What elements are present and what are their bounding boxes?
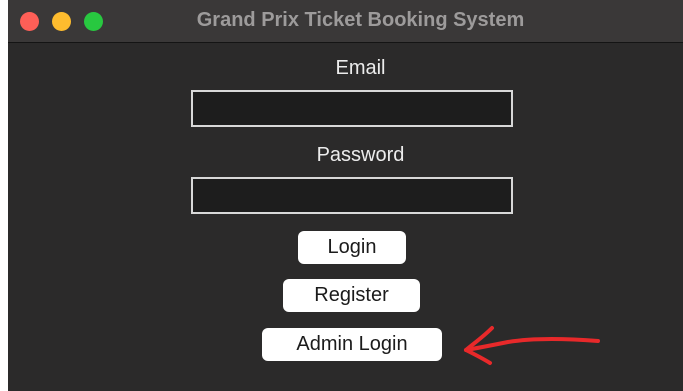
register-button[interactable]: Register	[283, 279, 420, 312]
title-bar: Grand Prix Ticket Booking System	[8, 0, 683, 43]
email-field[interactable]	[191, 90, 513, 127]
password-field[interactable]	[191, 177, 513, 214]
red-arrow-icon	[464, 326, 600, 365]
window-title: Grand Prix Ticket Booking System	[196, 9, 525, 31]
password-label: Password	[316, 144, 405, 166]
app-window: Grand Prix Ticket Booking System Email P…	[8, 0, 683, 391]
admin-login-button[interactable]: Admin Login	[262, 328, 442, 361]
email-label: Email	[335, 57, 386, 79]
login-button[interactable]: Login	[298, 231, 406, 264]
